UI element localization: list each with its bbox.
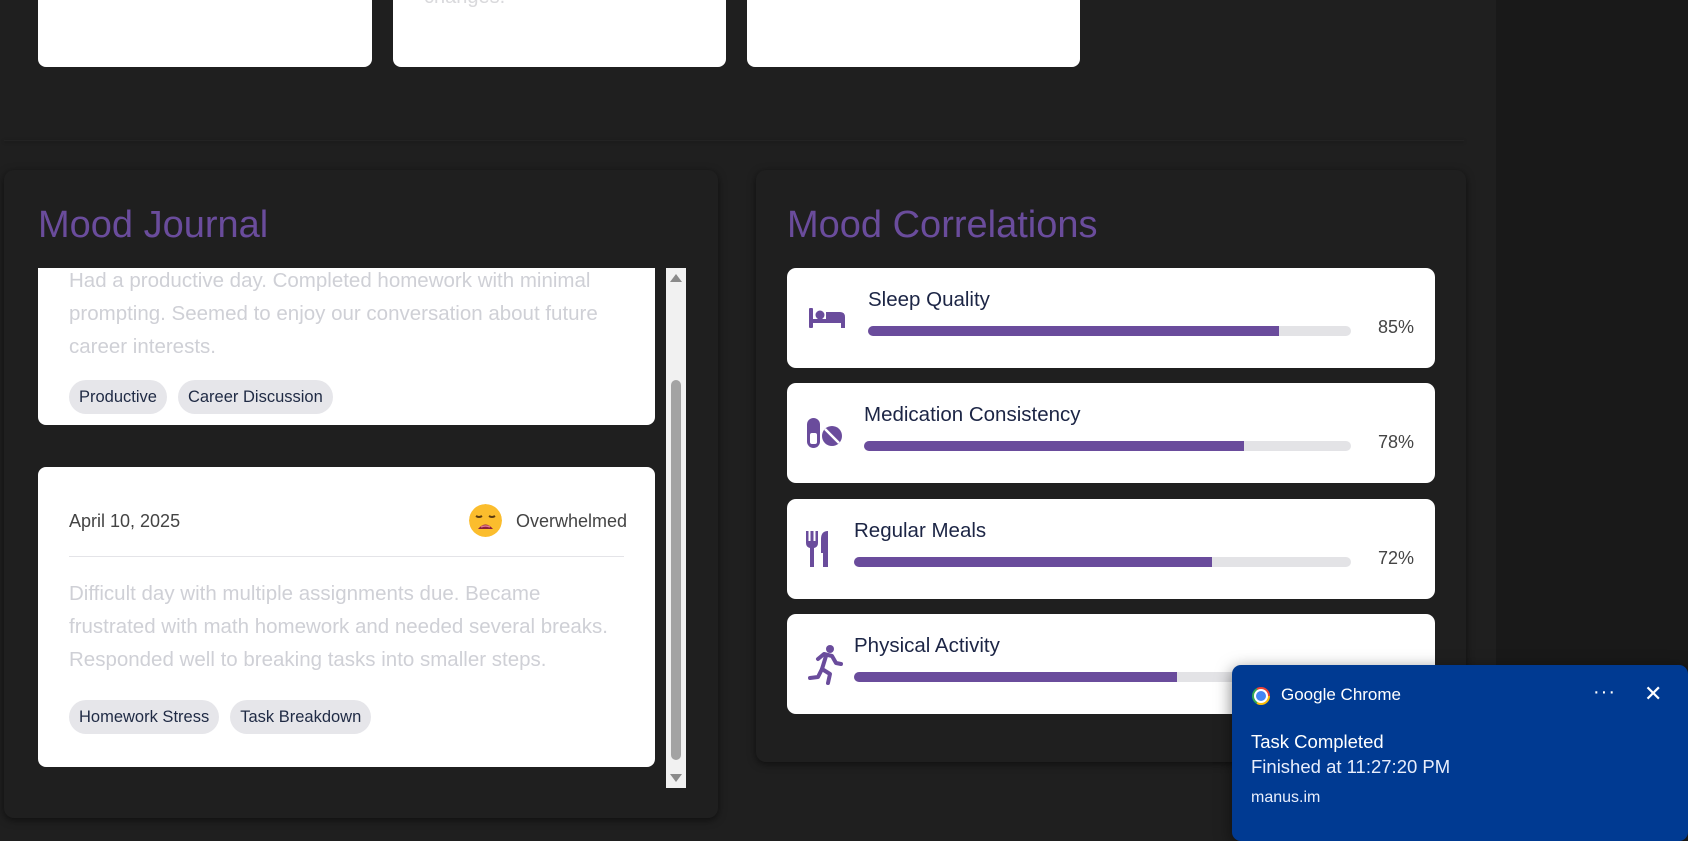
entry-tags: Productive Career Discussion [69, 380, 333, 414]
entry-mood-label: Overwhelmed [516, 511, 628, 531]
correlation-progress-fill [864, 441, 1244, 451]
journal-scrollbar[interactable] [666, 268, 686, 788]
entry-tags: Homework Stress Task Breakdown [69, 700, 372, 734]
notification-app-name: Google Chrome [1281, 685, 1402, 704]
notification-title: Task Completed [1251, 731, 1384, 752]
top-card-2: changes. [393, 0, 726, 67]
overwhelmed-emoji-icon [469, 504, 502, 537]
entry-tag: Homework Stress [69, 700, 220, 734]
bed-icon [809, 308, 845, 328]
entry-tag: Career Discussion [177, 380, 333, 414]
entry-date: April 10, 2025 [69, 511, 181, 531]
correlation-progress-bar [864, 441, 1351, 451]
top-card-1 [38, 0, 372, 67]
mood-journal-title: Mood Journal [38, 204, 269, 246]
correlation-card-regular-meals: Regular Meals 72% [787, 499, 1435, 599]
correlation-percent: 78% [1377, 432, 1414, 452]
journal-entries-list[interactable]: Had a productive day. Completed homework… [38, 268, 686, 788]
journal-entry: Had a productive day. Completed homework… [38, 268, 655, 425]
correlation-label: Medication Consistency [864, 403, 1081, 426]
notification-body: Finished at 11:27:20 PM [1251, 756, 1451, 777]
more-options-icon[interactable]: ··· [1593, 681, 1616, 704]
correlation-progress-bar [868, 326, 1351, 336]
utensils-icon [806, 531, 828, 567]
entry-divider [69, 556, 624, 557]
correlation-card-sleep-quality: Sleep Quality 85% [787, 268, 1435, 368]
running-icon [808, 645, 843, 685]
pills-icon [807, 418, 842, 448]
top-card-text: changes. [424, 0, 505, 9]
correlation-percent: 85% [1377, 317, 1414, 337]
correlation-card-medication-consistency: Medication Consistency 78% [787, 383, 1435, 483]
correlation-label: Regular Meals [854, 519, 987, 542]
correlation-progress-fill [854, 672, 1178, 682]
chrome-logo-icon [1252, 687, 1270, 705]
correlation-progress-fill [868, 326, 1279, 336]
scrollbar-thumb[interactable] [671, 380, 681, 760]
entry-text: Had a productive day. Completed homework… [69, 269, 598, 358]
section-divider [4, 140, 1464, 141]
mood-correlations-title: Mood Correlations [787, 204, 1098, 246]
entry-text: Difficult day with multiple assignments … [69, 582, 608, 671]
scroll-down-arrow-icon[interactable] [670, 774, 682, 782]
scroll-up-arrow-icon[interactable] [670, 274, 682, 282]
close-icon[interactable]: ✕ [1644, 681, 1662, 707]
top-card-3 [747, 0, 1080, 67]
correlation-progress-bar [854, 557, 1351, 567]
notification-source: manus.im [1251, 789, 1321, 806]
entry-tag: Productive [69, 380, 167, 414]
entry-tag: Task Breakdown [230, 700, 372, 734]
correlation-percent: 72% [1377, 548, 1414, 568]
correlation-progress-fill [854, 557, 1212, 567]
journal-entry: April 10, 2025 Overwhelmed Difficult day… [38, 467, 655, 767]
chrome-notification[interactable]: Google Chrome ··· ✕ Task Completed Finis… [1232, 665, 1688, 841]
correlation-label: Physical Activity [854, 634, 1000, 657]
correlation-label: Sleep Quality [868, 288, 990, 311]
